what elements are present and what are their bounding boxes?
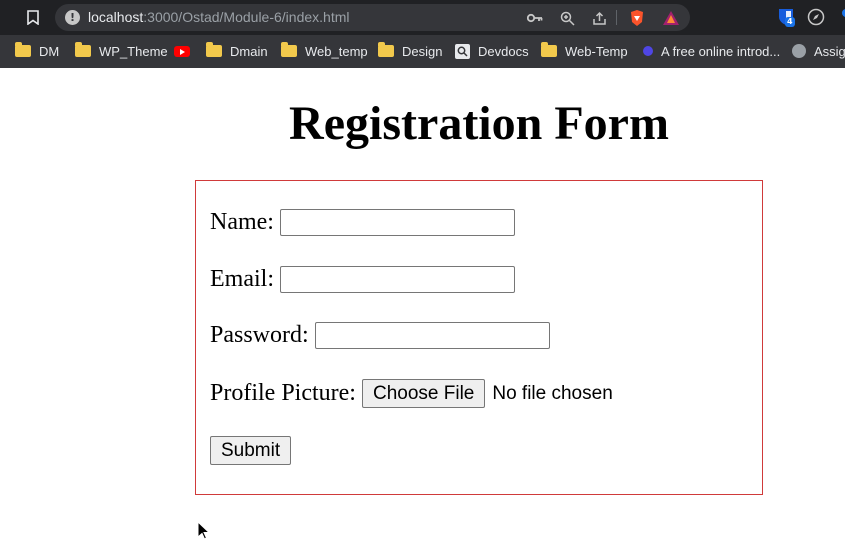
email-label: Email: xyxy=(210,266,274,292)
brave-shields-icon[interactable] xyxy=(628,9,646,27)
url-host: localhost xyxy=(88,9,144,25)
bookmark-label: Design xyxy=(402,43,443,59)
bookmark-assign[interactable]: Assign xyxy=(792,41,845,61)
extension-badge: 4 xyxy=(785,17,795,27)
bookmark-dm[interactable]: DM xyxy=(15,41,59,61)
bookmark-design[interactable]: Design xyxy=(378,41,442,61)
name-label: Name: xyxy=(210,209,274,235)
file-status-text: No file chosen xyxy=(492,382,613,404)
name-row: Name: xyxy=(210,209,515,236)
bitwarden-extension-icon[interactable]: 4 xyxy=(776,7,796,27)
bookmark-label: Devdocs xyxy=(478,43,529,59)
bookmark-label: WP_Theme xyxy=(99,43,168,59)
url-path: :3000/Ostad/Module-6/index.html xyxy=(143,9,350,25)
folder-icon xyxy=(15,42,31,57)
site-info-icon[interactable]: ! xyxy=(65,10,80,25)
bookmark-label: Web_temp xyxy=(305,43,368,59)
profile-picture-row: Profile Picture: Choose File No file cho… xyxy=(210,379,613,408)
bookmark-web-temp-2[interactable]: Web-Temp xyxy=(541,41,628,61)
devdocs-icon xyxy=(455,43,470,59)
bookmark-label: A free online introd... xyxy=(661,43,781,59)
bookmarks-bar: DM WP_Theme Dmain Web_temp Design Devdoc… xyxy=(0,35,845,68)
bookmark-this-page-icon[interactable] xyxy=(24,8,42,26)
email-row: Email: xyxy=(210,266,515,293)
bookmark-devdocs[interactable]: Devdocs xyxy=(455,41,529,61)
site-dot-icon xyxy=(643,46,653,56)
folder-icon xyxy=(541,42,557,57)
brave-rewards-icon[interactable] xyxy=(662,9,680,27)
bookmark-web-temp[interactable]: Web_temp xyxy=(281,41,368,61)
folder-icon xyxy=(378,42,394,57)
password-row: Password: xyxy=(210,322,550,349)
youtube-icon xyxy=(174,45,190,57)
profile-picture-label: Profile Picture: xyxy=(210,380,356,406)
bookmark-label: Assign xyxy=(814,43,845,59)
folder-icon xyxy=(206,42,222,57)
folder-icon xyxy=(75,42,91,57)
bookmark-label: Dmain xyxy=(230,43,268,59)
bookmark-youtube[interactable] xyxy=(174,41,190,61)
bookmark-wp-theme[interactable]: WP_Theme xyxy=(75,41,168,61)
extension-icon[interactable] xyxy=(836,7,845,27)
mouse-cursor-icon xyxy=(197,521,211,540)
zoom-icon[interactable] xyxy=(558,9,576,27)
share-icon[interactable] xyxy=(590,9,608,27)
bookmark-dmain[interactable]: Dmain xyxy=(206,41,268,61)
globe-icon xyxy=(792,44,806,58)
registration-form: Name: Email: Password: Profile Picture: … xyxy=(195,180,763,495)
compass-icon[interactable] xyxy=(806,7,826,27)
password-label: Password: xyxy=(210,322,309,348)
page-title: Registration Form xyxy=(289,97,669,150)
omnibox-divider xyxy=(616,10,617,25)
folder-icon xyxy=(281,42,297,57)
bookmark-label: DM xyxy=(39,43,60,59)
submit-button[interactable]: Submit xyxy=(210,436,292,465)
bookmark-label: Web-Temp xyxy=(565,43,628,59)
key-icon[interactable] xyxy=(526,9,544,27)
address-bar[interactable]: ! localhost:3000/Ostad/Module-6/index.ht… xyxy=(55,4,690,31)
name-input[interactable] xyxy=(279,209,515,236)
bookmark-free-online-intro[interactable]: A free online introd... xyxy=(643,41,780,61)
password-input[interactable] xyxy=(314,322,550,349)
choose-file-button[interactable]: Choose File xyxy=(361,379,486,408)
email-input[interactable] xyxy=(279,266,515,293)
browser-toolbar: ! localhost:3000/Ostad/Module-6/index.ht… xyxy=(0,0,845,35)
url-text[interactable]: localhost:3000/Ostad/Module-6/index.html xyxy=(88,9,350,25)
